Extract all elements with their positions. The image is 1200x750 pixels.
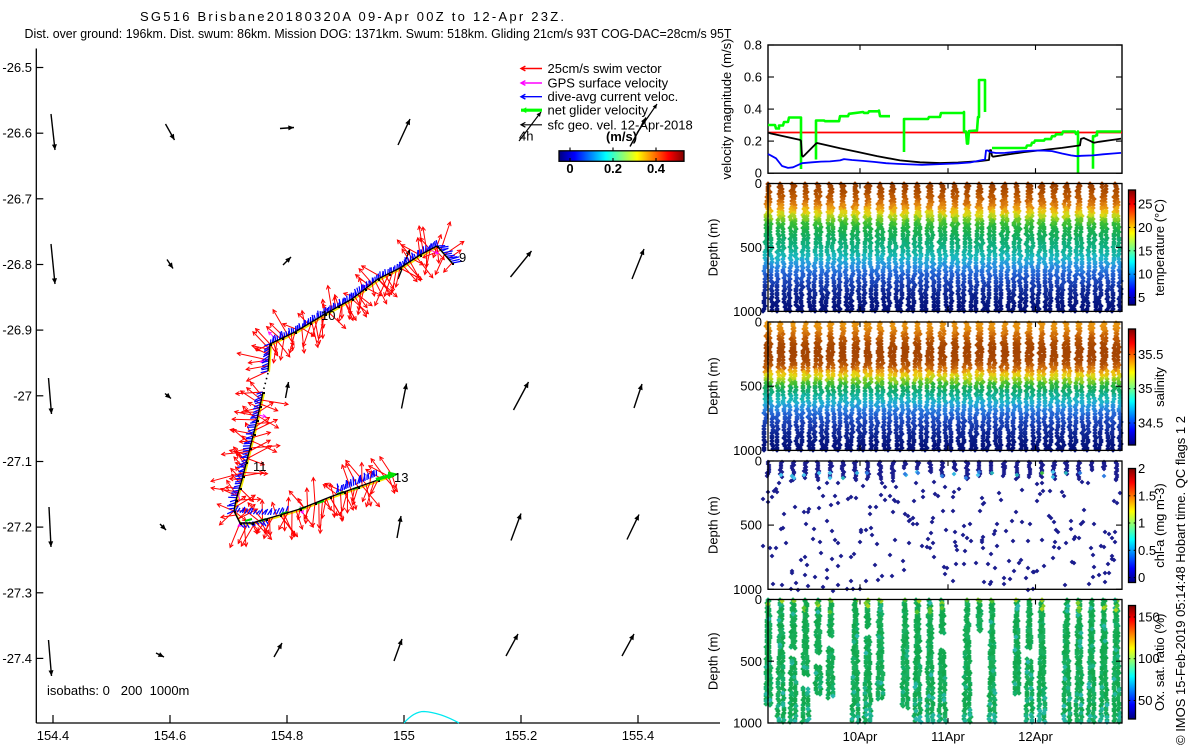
svg-text:-26.7: -26.7 bbox=[2, 191, 32, 206]
svg-text:154.4: 154.4 bbox=[37, 728, 70, 743]
svg-text:0: 0 bbox=[755, 176, 762, 191]
svg-text:2: 2 bbox=[1138, 461, 1145, 476]
svg-text:© IMOS 15-Feb-2019 05:14:48 Ho: © IMOS 15-Feb-2019 05:14:48 Hobart time.… bbox=[1173, 416, 1188, 745]
svg-text:35.5: 35.5 bbox=[1138, 347, 1163, 362]
svg-text:12Apr: 12Apr bbox=[1018, 729, 1053, 744]
svg-text:13: 13 bbox=[394, 470, 408, 485]
svg-text:5: 5 bbox=[1138, 290, 1145, 305]
svg-text:chl-a (mg m-3): chl-a (mg m-3) bbox=[1152, 483, 1167, 568]
svg-text:10: 10 bbox=[321, 308, 335, 323]
svg-text:SG516 Brisbane20180320A 09-Apr: SG516 Brisbane20180320A 09-Apr 00Z to 12… bbox=[140, 9, 564, 24]
svg-text:-27.4: -27.4 bbox=[2, 651, 32, 666]
svg-text:155.4: 155.4 bbox=[622, 728, 655, 743]
svg-text:500: 500 bbox=[740, 379, 762, 394]
svg-text:10: 10 bbox=[1138, 267, 1152, 282]
svg-text:0.4: 0.4 bbox=[647, 161, 666, 176]
svg-text:25: 25 bbox=[1138, 197, 1152, 212]
svg-text:20: 20 bbox=[1138, 220, 1152, 235]
svg-text:500: 500 bbox=[740, 654, 762, 669]
svg-text:11: 11 bbox=[253, 459, 267, 474]
svg-text:15: 15 bbox=[1138, 243, 1152, 258]
svg-text:isobaths: 0 200 1000m: isobaths: 0 200 1000m bbox=[47, 683, 189, 698]
svg-text:velocity magnitude (m/s): velocity magnitude (m/s) bbox=[719, 39, 734, 180]
svg-text:-26.6: -26.6 bbox=[2, 126, 32, 141]
svg-text:Dist. over ground: 196km. Dist: Dist. over ground: 196km. Dist. swum: 86… bbox=[25, 27, 732, 41]
svg-text:-27.2: -27.2 bbox=[2, 520, 32, 535]
svg-text:-27: -27 bbox=[13, 388, 32, 403]
svg-text:0: 0 bbox=[755, 592, 762, 607]
svg-text:0.4: 0.4 bbox=[744, 102, 762, 117]
svg-text:155: 155 bbox=[393, 728, 415, 743]
svg-text:(m/s): (m/s) bbox=[606, 129, 637, 144]
svg-text:temperature (°C): temperature (°C) bbox=[1152, 199, 1167, 296]
svg-text:155.2: 155.2 bbox=[505, 728, 538, 743]
svg-text:9: 9 bbox=[459, 250, 466, 265]
svg-text:Ox. sat. ratio (%): Ox. sat. ratio (%) bbox=[1152, 613, 1167, 711]
svg-text:35: 35 bbox=[1138, 381, 1152, 396]
svg-text:154.6: 154.6 bbox=[154, 728, 187, 743]
svg-text:Depth (m): Depth (m) bbox=[705, 496, 720, 554]
svg-text:500: 500 bbox=[740, 240, 762, 255]
svg-text:-26.9: -26.9 bbox=[2, 323, 32, 338]
svg-text:1: 1 bbox=[1138, 516, 1145, 531]
svg-text:0: 0 bbox=[566, 161, 573, 176]
svg-text:50: 50 bbox=[1138, 693, 1152, 708]
svg-text:10Apr: 10Apr bbox=[843, 729, 878, 744]
svg-text:1000: 1000 bbox=[733, 716, 762, 731]
svg-text:-26.8: -26.8 bbox=[2, 257, 32, 272]
svg-text:-26.5: -26.5 bbox=[2, 60, 32, 75]
svg-text:0.2: 0.2 bbox=[744, 134, 762, 149]
svg-text:34.5: 34.5 bbox=[1138, 416, 1163, 431]
svg-text:Depth (m): Depth (m) bbox=[706, 357, 721, 415]
svg-text:0: 0 bbox=[755, 454, 762, 469]
svg-text:net glider velocity: net glider velocity bbox=[548, 103, 649, 118]
svg-text:11Apr: 11Apr bbox=[931, 729, 965, 744]
svg-text:Depth (m): Depth (m) bbox=[705, 219, 720, 277]
svg-text:500: 500 bbox=[740, 518, 762, 533]
svg-text:-27.1: -27.1 bbox=[2, 454, 32, 469]
svg-text:0: 0 bbox=[1138, 570, 1145, 585]
svg-text:0.8: 0.8 bbox=[744, 38, 762, 53]
svg-text:25cm/s swim vector: 25cm/s swim vector bbox=[548, 61, 663, 76]
svg-text:Depth (m): Depth (m) bbox=[705, 632, 720, 690]
svg-text:0.6: 0.6 bbox=[744, 70, 762, 85]
svg-text:salinity: salinity bbox=[1152, 367, 1167, 407]
svg-text:-27.3: -27.3 bbox=[2, 585, 32, 600]
svg-text:154.8: 154.8 bbox=[271, 728, 304, 743]
svg-text:0: 0 bbox=[755, 315, 762, 330]
svg-text:0.2: 0.2 bbox=[604, 161, 622, 176]
